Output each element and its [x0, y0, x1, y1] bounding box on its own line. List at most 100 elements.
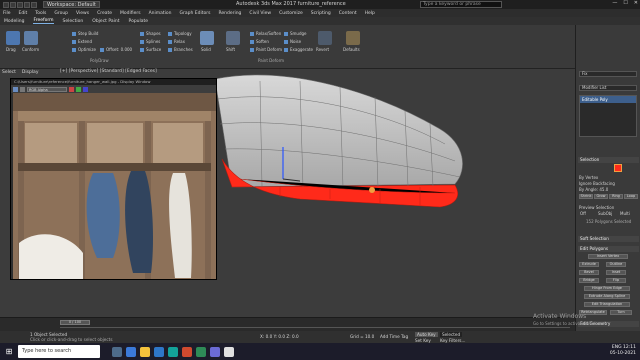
workspace-dropdown[interactable]: Workspace: Default: [43, 1, 100, 8]
teams-icon[interactable]: [210, 346, 220, 357]
save-icon[interactable]: [17, 1, 23, 8]
menu-content[interactable]: Content: [339, 11, 357, 16]
preview-off-radio[interactable]: Off: [580, 211, 586, 216]
tab-populate[interactable]: Populate: [129, 19, 149, 24]
auto-key-button[interactable]: Auto Key: [415, 332, 438, 337]
track-bar[interactable]: [60, 327, 570, 328]
key-mode-dropdown[interactable]: Selected: [440, 332, 463, 337]
windows-start-icon[interactable]: ⊞: [0, 343, 18, 360]
paint-deform-button[interactable]: Paint Deform: [250, 47, 282, 52]
splines-button[interactable]: Splines: [140, 39, 160, 44]
menu-help[interactable]: Help: [365, 11, 375, 16]
channel-dropdown[interactable]: RGB Alpha: [27, 86, 67, 92]
menu-scripting[interactable]: Scripting: [311, 11, 331, 16]
smudge-button[interactable]: Smudge: [284, 31, 307, 36]
language-indicator[interactable]: ENG: [612, 345, 622, 350]
by-angle-field[interactable]: By Angle: 45.0: [579, 187, 608, 192]
menu-customize[interactable]: Customize: [279, 11, 303, 16]
insert-vertex-button[interactable]: Insert Vertex: [588, 254, 628, 259]
file-explorer-icon[interactable]: [140, 346, 150, 357]
tab-display[interactable]: Display: [22, 70, 39, 75]
mesh-body[interactable]: [214, 74, 463, 188]
outline-button[interactable]: Outline: [606, 262, 626, 267]
preview-multi-radio[interactable]: Multi: [620, 211, 630, 216]
selection-rollout-header[interactable]: Selection: [578, 157, 639, 163]
edge-icon[interactable]: [126, 346, 136, 357]
by-vertex-checkbox[interactable]: By Vertex: [579, 175, 598, 180]
timeline[interactable]: 0 / 100: [0, 317, 575, 331]
modifier-stack[interactable]: Editable Poly: [579, 95, 637, 137]
menu-rendering[interactable]: Rendering: [218, 11, 241, 16]
revert-icon[interactable]: [318, 31, 332, 45]
defaults-icon[interactable]: [346, 31, 360, 45]
soft-selection-rollout-header[interactable]: Soft Selection: [578, 236, 639, 242]
move-gizmo-icon[interactable]: [369, 187, 375, 193]
noise-button[interactable]: Noise: [284, 39, 301, 44]
undo-icon[interactable]: [24, 1, 30, 8]
menu-views[interactable]: Views: [76, 11, 89, 16]
menu-group[interactable]: Group: [54, 11, 68, 16]
surface-button[interactable]: Surface: [140, 47, 161, 52]
bevel-button[interactable]: Bevel: [579, 270, 599, 275]
close-button[interactable]: ✕: [634, 0, 638, 6]
reference-image-window[interactable]: C:\Users\furniture\reference\furniture_h…: [10, 78, 217, 280]
edit-triangulation-button[interactable]: Edit Triangulation: [584, 302, 630, 307]
menu-tools[interactable]: Tools: [35, 11, 46, 16]
system-tray[interactable]: ENG 12:11 05-10-2021: [610, 345, 636, 357]
polygon-subobject-icon[interactable]: [614, 164, 622, 172]
menu-create[interactable]: Create: [97, 11, 112, 16]
new-icon[interactable]: [3, 1, 9, 8]
shapes-button[interactable]: Shapes: [140, 31, 161, 36]
maximize-button[interactable]: ☐: [623, 0, 627, 6]
clock-date[interactable]: 05-10-2021: [610, 351, 636, 356]
menu-civil-view[interactable]: Civil View: [249, 11, 271, 16]
shift-icon[interactable]: [226, 31, 240, 45]
bridge-button[interactable]: Bridge: [579, 278, 599, 283]
task-view-icon[interactable]: [112, 346, 122, 357]
tab-object-paint[interactable]: Object Paint: [92, 19, 119, 24]
time-slider[interactable]: 0 / 100: [60, 320, 90, 325]
taskbar-search-input[interactable]: Type here to search: [18, 345, 100, 358]
stack-item-editable-poly[interactable]: Editable Poly: [580, 96, 636, 103]
offset-field[interactable]: Offset: 0.000: [100, 47, 132, 52]
topology-button[interactable]: Topology: [168, 31, 192, 36]
tab-select[interactable]: Select: [2, 70, 16, 75]
edit-polygons-rollout-header[interactable]: Edit Polygons: [578, 246, 639, 252]
shrink-button[interactable]: Shrink: [579, 194, 593, 199]
minimize-button[interactable]: —: [612, 0, 617, 6]
inset-button[interactable]: Inset: [606, 270, 626, 275]
tab-freeform[interactable]: Freeform: [33, 18, 54, 24]
preview-subobj-radio[interactable]: SubObj: [598, 211, 612, 216]
save-image-icon[interactable]: [13, 86, 18, 92]
drag-icon[interactable]: [6, 31, 20, 45]
chrome-icon[interactable]: [224, 346, 234, 357]
clock-time[interactable]: 12:11: [623, 345, 636, 350]
extrude-button[interactable]: Extrude: [579, 262, 599, 267]
loop-button[interactable]: Loop: [624, 194, 638, 199]
quick-access-toolbar[interactable]: [0, 1, 37, 8]
solid-icon[interactable]: [200, 31, 214, 45]
object-name-field[interactable]: Fix: [579, 71, 637, 77]
tab-modeling[interactable]: Modeling: [4, 19, 24, 24]
modifier-list-dropdown[interactable]: Modifier List: [579, 85, 637, 91]
exaggerate-button[interactable]: Exaggerate: [284, 47, 313, 52]
redo-icon[interactable]: [31, 1, 37, 8]
conform-icon[interactable]: [24, 31, 38, 45]
keyword-search-input[interactable]: Type a keyword or phrase: [420, 1, 502, 8]
viewport-label[interactable]: [+] [Perspective] [Standard] [Edged Face…: [60, 69, 157, 74]
menu-animation[interactable]: Animation: [149, 11, 172, 16]
blue-channel-icon[interactable]: [83, 86, 88, 92]
branches-button[interactable]: Branches: [168, 47, 193, 52]
tab-selection[interactable]: Selection: [63, 19, 84, 24]
hinge-from-edge-button[interactable]: Hinge From Edge: [584, 286, 630, 291]
mail-icon[interactable]: [154, 346, 164, 357]
menu-edit[interactable]: Edit: [19, 11, 28, 16]
grow-button[interactable]: Grow: [594, 194, 608, 199]
ignore-backfacing-checkbox[interactable]: Ignore Backfacing: [579, 181, 615, 186]
powerpoint-icon[interactable]: [182, 346, 192, 357]
coordinate-display[interactable]: X: 0.0 Y: 0.0 Z: 0.0: [260, 334, 299, 339]
extrude-along-spline-button[interactable]: Extrude Along Spline: [584, 294, 630, 299]
red-channel-icon[interactable]: [69, 86, 74, 92]
excel-icon[interactable]: [196, 346, 206, 357]
step-build-button[interactable]: Step Build: [72, 31, 98, 36]
